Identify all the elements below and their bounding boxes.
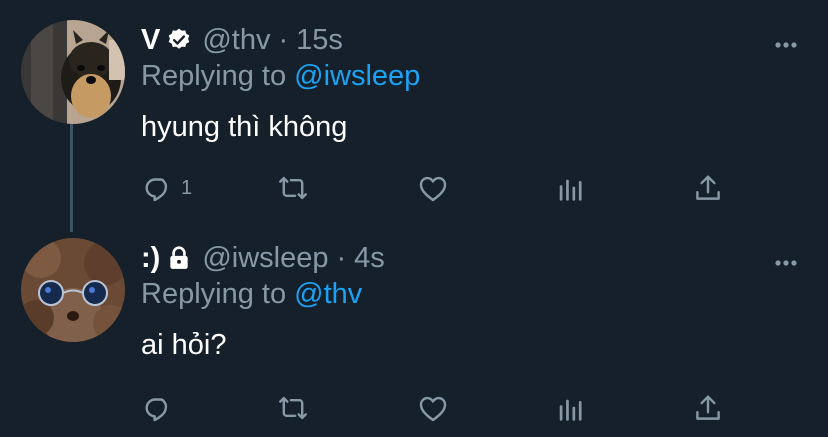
more-options-icon[interactable] bbox=[774, 36, 798, 48]
replying-to-mention[interactable]: @thv bbox=[294, 278, 362, 310]
tweet-text: ai hỏi? bbox=[141, 329, 227, 361]
retweet-button[interactable] bbox=[276, 168, 310, 208]
share-button[interactable] bbox=[691, 168, 725, 208]
timestamp[interactable]: 4s bbox=[354, 242, 385, 275]
replying-prefix: Replying to bbox=[141, 60, 287, 92]
reply-icon bbox=[141, 391, 175, 425]
retweet-button[interactable] bbox=[276, 388, 310, 428]
tweet[interactable]: V @thv · 15s Replying to @iwsleep hyung … bbox=[0, 0, 828, 218]
tweet-header: V @thv · 15s bbox=[141, 22, 343, 58]
display-name[interactable]: V bbox=[141, 24, 160, 57]
tweet-header: :) @iwsleep · 4s bbox=[141, 240, 385, 276]
tweet[interactable]: :) @iwsleep · 4s Replying to @thv ai hỏi… bbox=[0, 218, 828, 437]
lock-icon bbox=[166, 245, 192, 271]
avatar[interactable] bbox=[21, 20, 125, 124]
analytics-button[interactable] bbox=[554, 388, 588, 428]
replying-to-line: Replying to @thv bbox=[141, 278, 362, 311]
share-icon bbox=[691, 171, 725, 205]
reply-icon bbox=[141, 171, 175, 205]
analytics-icon bbox=[554, 171, 588, 205]
reply-count: 1 bbox=[181, 176, 193, 199]
timestamp[interactable]: 15s bbox=[296, 24, 343, 57]
display-name[interactable]: :) bbox=[141, 242, 160, 275]
heart-icon bbox=[416, 391, 450, 425]
like-button[interactable] bbox=[416, 388, 450, 428]
separator-dot: · bbox=[336, 241, 347, 274]
like-button[interactable] bbox=[416, 168, 450, 208]
heart-icon bbox=[416, 171, 450, 205]
separator-dot: · bbox=[278, 23, 289, 56]
analytics-button[interactable] bbox=[554, 168, 588, 208]
tweet-actions: 1 bbox=[141, 168, 741, 208]
reply-button[interactable]: 1 bbox=[141, 168, 192, 208]
replying-prefix: Replying to bbox=[141, 278, 287, 310]
share-icon bbox=[691, 391, 725, 425]
analytics-icon bbox=[554, 391, 588, 425]
avatar[interactable] bbox=[21, 238, 125, 342]
replying-to-mention[interactable]: @iwsleep bbox=[294, 60, 420, 92]
tweet-text: hyung thì không bbox=[141, 111, 348, 143]
retweet-icon bbox=[276, 171, 310, 205]
reply-button[interactable] bbox=[141, 388, 181, 428]
share-button[interactable] bbox=[691, 388, 725, 428]
tweet-actions bbox=[141, 388, 741, 428]
retweet-icon bbox=[276, 391, 310, 425]
verified-icon bbox=[166, 27, 192, 53]
user-handle[interactable]: @iwsleep bbox=[202, 242, 328, 275]
more-options-icon[interactable] bbox=[774, 254, 798, 266]
replying-to-line: Replying to @iwsleep bbox=[141, 60, 420, 93]
user-handle[interactable]: @thv bbox=[202, 24, 270, 57]
